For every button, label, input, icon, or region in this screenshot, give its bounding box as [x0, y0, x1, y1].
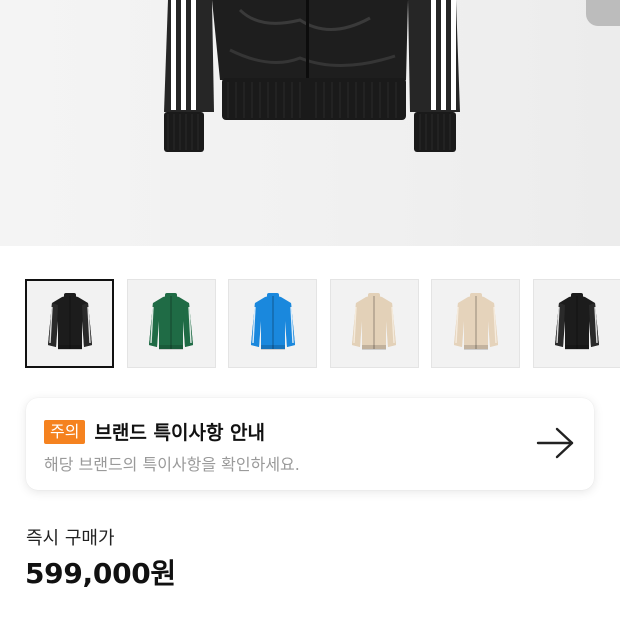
arrow-right-icon[interactable]: [536, 426, 576, 460]
product-main-image[interactable]: [0, 0, 620, 246]
jacket-thumbnail-image: [149, 292, 193, 350]
instant-buy-price-label: 즉시 구매가: [26, 528, 115, 549]
instant-buy-price-value: 599,000원: [25, 557, 176, 590]
notice-header: 주의 브랜드 특이사항 안내: [44, 418, 265, 445]
brand-notice-card[interactable]: 주의 브랜드 특이사항 안내 해당 브랜드의 특이사항을 확인하세요.: [26, 398, 594, 490]
jacket-thumbnail-image: [352, 292, 396, 350]
product-detail-page: 주의 브랜드 특이사항 안내 해당 브랜드의 특이사항을 확인하세요. 즉시 구…: [0, 0, 620, 620]
product-thumbnail-blue[interactable]: [228, 279, 317, 368]
jacket-thumbnail-image: [453, 292, 498, 350]
product-thumbnail-green[interactable]: [126, 279, 216, 368]
product-thumbnail-black[interactable]: [25, 279, 114, 368]
jacket-image: [164, 0, 460, 152]
caution-badge: 주의: [44, 419, 86, 444]
product-thumbnail-beige[interactable]: [329, 279, 419, 368]
jacket-thumbnail-image: [250, 292, 295, 350]
product-thumbnail-black-2[interactable]: [532, 279, 620, 368]
jacket-thumbnail-image: [555, 292, 599, 350]
notice-description: 해당 브랜드의 특이사항을 확인하세요.: [44, 455, 300, 474]
jacket-thumbnail-image: [47, 292, 92, 350]
product-thumbnail-beige-2[interactable]: [431, 279, 520, 368]
thumbnail-strip: [25, 279, 620, 369]
notice-title: 브랜드 특이사항 안내: [94, 422, 266, 444]
